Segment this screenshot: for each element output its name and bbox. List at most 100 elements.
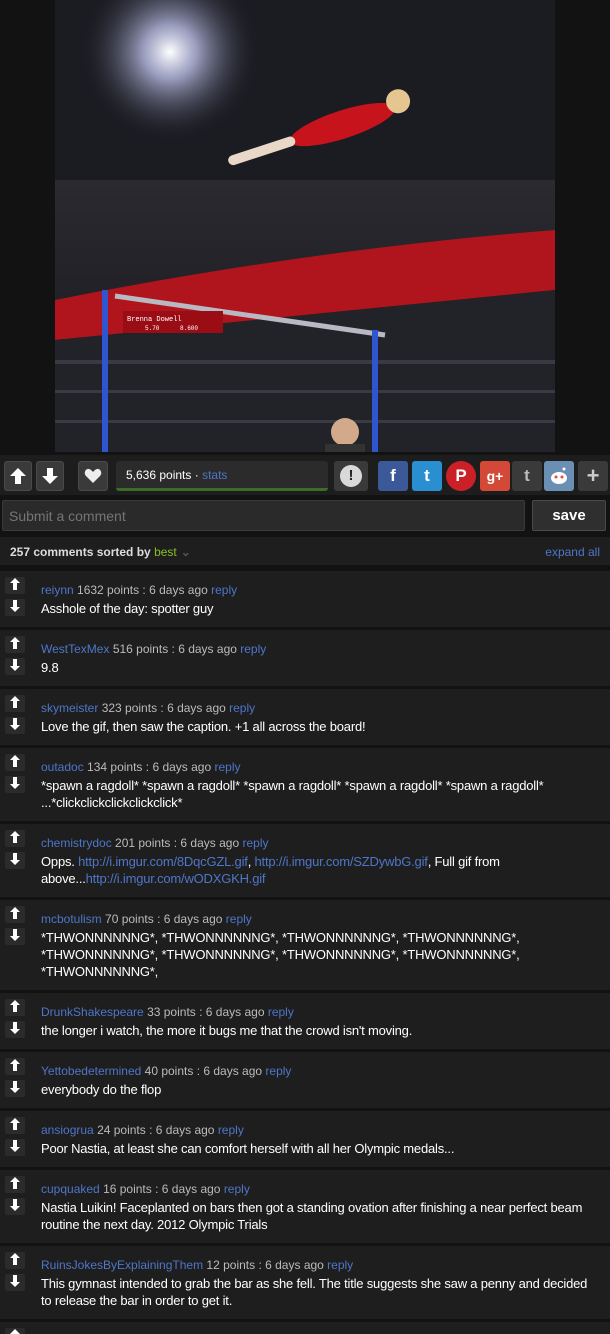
comment-link[interactable]: http://i.imgur.com/8DqcGZL.gif <box>78 854 248 869</box>
comment-points: 16 points <box>103 1182 152 1196</box>
downvote-button[interactable] <box>36 461 64 491</box>
pinterest-share-button[interactable]: P <box>446 461 476 491</box>
comment-downvote-button[interactable] <box>5 658 25 675</box>
reply-link[interactable]: reply <box>229 701 255 715</box>
comment-vote <box>0 1170 31 1243</box>
comment-author[interactable]: mcbotulism <box>41 912 102 926</box>
comment-downvote-button[interactable] <box>5 928 25 945</box>
comment-points: 33 points <box>147 1005 196 1019</box>
comment-downvote-button[interactable] <box>5 599 25 616</box>
arrow-up-icon <box>10 999 20 1017</box>
reply-link[interactable]: reply <box>268 1005 294 1019</box>
more-share-button[interactable]: + <box>578 461 608 491</box>
comment-text: Poor Nastia, at least she can comfort he… <box>41 1141 455 1156</box>
comment-upvote-button[interactable] <box>5 1058 25 1075</box>
upvote-button[interactable] <box>4 461 32 491</box>
comment-text: Nastia Luikin! Faceplanted on bars then … <box>41 1200 583 1232</box>
arrow-up-icon <box>10 754 20 772</box>
comment-author[interactable]: cupquaked <box>41 1182 100 1196</box>
gif-image[interactable]: Brenna Dowell 5.70 8.600 <box>55 0 555 452</box>
comment-downvote-button[interactable] <box>5 776 25 793</box>
comment-upvote-button[interactable] <box>5 999 25 1016</box>
comment-upvote-button[interactable] <box>5 1117 25 1134</box>
comment-age: : 6 days ago <box>170 836 243 850</box>
arrow-down-icon <box>10 717 20 735</box>
arrow-down-icon <box>42 468 58 484</box>
comment-upvote-button[interactable] <box>5 754 25 771</box>
comment-upvote-button[interactable] <box>5 906 25 923</box>
comment-author[interactable]: Yettobedetermined <box>41 1064 141 1078</box>
report-button[interactable]: ! <box>334 461 368 491</box>
comment-author[interactable]: WestTexMex <box>41 642 109 656</box>
reply-link[interactable]: reply <box>214 760 240 774</box>
pinterest-icon: P <box>455 466 467 485</box>
reddit-share-button[interactable] <box>544 461 574 491</box>
comment-item: Yettobedetermined 40 points : 6 days ago… <box>0 1052 610 1108</box>
comment-vote <box>0 1111 31 1167</box>
comment-upvote-button[interactable] <box>5 1328 25 1334</box>
arrow-down-icon <box>10 658 20 676</box>
comment-author[interactable]: ansiogrua <box>41 1123 94 1137</box>
comment-downvote-button[interactable] <box>5 1139 25 1156</box>
comment-downvote-button[interactable] <box>5 1274 25 1291</box>
comment-upvote-button[interactable] <box>5 695 25 712</box>
save-button[interactable]: save <box>532 500 606 531</box>
comment-upvote-button[interactable] <box>5 830 25 847</box>
reply-link[interactable]: reply <box>327 1258 353 1272</box>
reply-link[interactable]: reply <box>265 1064 291 1078</box>
twitter-share-button[interactable]: t <box>412 461 442 491</box>
comment-downvote-button[interactable] <box>5 852 25 869</box>
arrow-down-icon <box>10 1021 20 1039</box>
comment-meta: reiynn 1632 points : 6 days ago reply <box>41 583 600 597</box>
heart-icon <box>84 468 102 483</box>
comment-author[interactable]: reiynn <box>41 583 74 597</box>
comment-author[interactable]: RuinsJokesByExplainingThem <box>41 1258 203 1272</box>
comment-text: Opps. http://i.imgur.com/8DqcGZL.gif, ht… <box>41 854 500 886</box>
arrow-up-icon <box>10 1328 20 1334</box>
comments-sort-bar: 257 comments sorted by best ⌄ expand all <box>0 537 610 565</box>
reply-link[interactable]: reply <box>242 836 268 850</box>
comment-downvote-button[interactable] <box>5 1080 25 1097</box>
favorite-button[interactable] <box>78 461 108 491</box>
comment-text: Love the gif, then saw the caption. +1 a… <box>41 719 366 734</box>
arrow-down-icon <box>10 599 20 617</box>
comment-age: : 6 days ago <box>193 1064 266 1078</box>
comment-downvote-button[interactable] <box>5 1021 25 1038</box>
comment-vote <box>0 900 31 990</box>
reply-link[interactable]: reply <box>211 583 237 597</box>
comment-input[interactable] <box>2 500 525 531</box>
comment-upvote-button[interactable] <box>5 577 25 594</box>
scoreboard-right: 8.600 <box>180 325 198 332</box>
comment-upvote-button[interactable] <box>5 636 25 653</box>
reply-link[interactable]: reply <box>240 642 266 656</box>
comment-author[interactable]: outadoc <box>41 760 84 774</box>
googleplus-share-button[interactable]: g+ <box>480 461 510 491</box>
comment-points: 24 points <box>97 1123 146 1137</box>
expand-all-link[interactable]: expand all <box>545 545 600 559</box>
stats-link[interactable]: stats <box>202 468 227 482</box>
comment-author[interactable]: DrunkShakespeare <box>41 1005 144 1019</box>
sort-dropdown[interactable]: best <box>154 545 177 559</box>
comment-upvote-button[interactable] <box>5 1252 25 1269</box>
facebook-share-button[interactable]: f <box>378 461 408 491</box>
comment-upvote-button[interactable] <box>5 1176 25 1193</box>
comment-downvote-button[interactable] <box>5 1198 25 1215</box>
comment-age: : 6 days ago <box>145 1123 218 1137</box>
tumblr-share-button[interactable]: t <box>512 461 542 491</box>
comment-author[interactable]: chemistrydoc <box>41 836 112 850</box>
comment-link[interactable]: http://i.imgur.com/wODXGKH.gif <box>86 871 266 886</box>
comment-age: : 6 days ago <box>139 583 212 597</box>
comment-author[interactable]: skymeister <box>41 701 98 715</box>
comment-link[interactable]: http://i.imgur.com/SZDywbG.gif <box>255 854 428 869</box>
reply-link[interactable]: reply <box>218 1123 244 1137</box>
reply-link[interactable]: reply <box>226 912 252 926</box>
reply-link[interactable]: reply <box>224 1182 250 1196</box>
comment-item: outadoc 134 points : 6 days ago reply *s… <box>0 748 610 821</box>
tumblr-icon: t <box>524 466 530 485</box>
comment-vote <box>0 1052 31 1108</box>
arrow-up-icon <box>10 1117 20 1135</box>
points-box: 5,636 points · stats <box>116 461 328 491</box>
comment-downvote-button[interactable] <box>5 717 25 734</box>
arrow-up-icon <box>10 1252 20 1270</box>
chevron-down-icon[interactable]: ⌄ <box>181 545 191 559</box>
